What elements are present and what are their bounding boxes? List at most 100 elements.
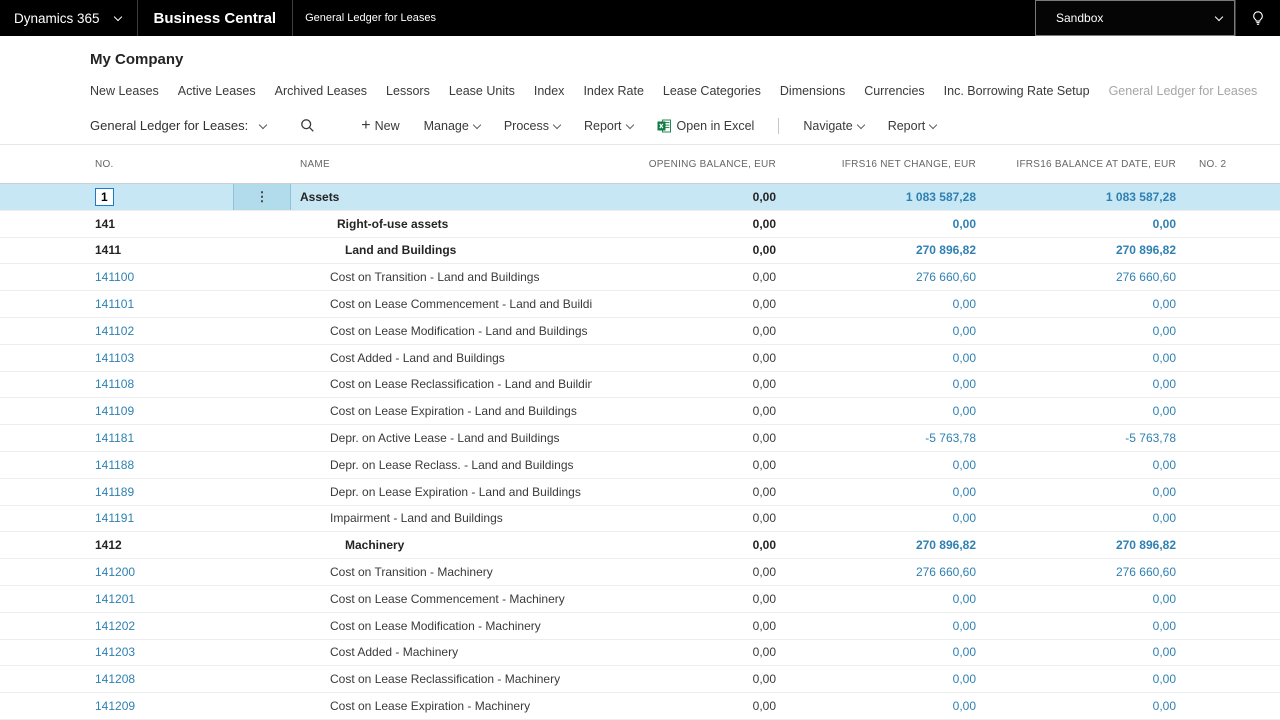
table-row-141189[interactable]: 141189Depr. on Lease Expiration - Land a… (0, 479, 1280, 506)
account-no-link[interactable]: 141200 (95, 565, 135, 579)
amount-balance[interactable]: 0,00 (992, 592, 1192, 606)
table-row-141108[interactable]: 141108Cost on Lease Reclassification - L… (0, 372, 1280, 399)
table-row-141203[interactable]: 141203Cost Added - Machinery0,000,000,00 (0, 640, 1280, 667)
amount-balance[interactable]: 0,00 (992, 672, 1192, 686)
action-new[interactable]: +New (361, 118, 399, 134)
amount-net_change[interactable]: 270 896,82 (792, 243, 992, 257)
amount-balance[interactable]: -5 763,78 (992, 431, 1192, 445)
amount-net_change[interactable]: 276 660,60 (792, 565, 992, 579)
nav-item-active-leases[interactable]: Active Leases (178, 84, 256, 98)
environment-selector[interactable]: Sandbox (1035, 0, 1235, 36)
amount-net_change[interactable]: 0,00 (792, 645, 992, 659)
account-no-link[interactable]: 141201 (95, 592, 135, 606)
amount-balance[interactable]: 276 660,60 (992, 565, 1192, 579)
nav-item-index-rate[interactable]: Index Rate (583, 84, 643, 98)
column-header-no[interactable]: NO. (88, 159, 233, 170)
action-report[interactable]: Report (584, 119, 633, 133)
selected-cell-editor[interactable]: 1 (95, 188, 114, 206)
amount-balance[interactable]: 0,00 (992, 377, 1192, 391)
account-no-link[interactable]: 141109 (95, 404, 134, 418)
amount-net_change[interactable]: 1 083 587,28 (792, 190, 992, 204)
table-row-141109[interactable]: 141109Cost on Lease Expiration - Land an… (0, 398, 1280, 425)
account-no-link[interactable]: 141 (95, 217, 115, 231)
row-options-icon[interactable]: ⋮ (234, 184, 290, 210)
amount-balance[interactable]: 0,00 (992, 404, 1192, 418)
amount-balance[interactable]: 0,00 (992, 485, 1192, 499)
account-no-link[interactable]: 141203 (95, 645, 135, 659)
amount-net_change[interactable]: 0,00 (792, 324, 992, 338)
action-manage[interactable]: Manage (424, 119, 480, 133)
table-row-141201[interactable]: 141201Cost on Lease Commencement - Machi… (0, 586, 1280, 613)
table-row-141188[interactable]: 141188Depr. on Lease Reclass. - Land and… (0, 452, 1280, 479)
amount-net_change[interactable]: 0,00 (792, 592, 992, 606)
amount-net_change[interactable]: 0,00 (792, 377, 992, 391)
table-row-141103[interactable]: 141103Cost Added - Land and Buildings0,0… (0, 345, 1280, 372)
app-name-link[interactable]: Business Central (138, 0, 293, 36)
table-row-141181[interactable]: 141181Depr. on Active Lease - Land and B… (0, 425, 1280, 452)
column-header-no2[interactable]: NO. 2 (1192, 159, 1280, 170)
amount-balance[interactable]: 0,00 (992, 699, 1192, 713)
account-no-link[interactable]: 141208 (95, 672, 135, 686)
amount-balance[interactable]: 0,00 (992, 619, 1192, 633)
nav-item-lease-categories[interactable]: Lease Categories (663, 84, 761, 98)
table-row-141200[interactable]: 141200Cost on Transition - Machinery0,00… (0, 559, 1280, 586)
amount-balance[interactable]: 0,00 (992, 351, 1192, 365)
nav-item-currencies[interactable]: Currencies (864, 84, 924, 98)
table-row-141208[interactable]: 141208Cost on Lease Reclassification - M… (0, 666, 1280, 693)
amount-balance[interactable]: 1 083 587,28 (992, 190, 1192, 204)
action-open-in-excel[interactable]: Open in Excel (657, 119, 755, 133)
nav-item-index[interactable]: Index (534, 84, 565, 98)
column-header-net_change[interactable]: IFRS16 NET CHANGE, EUR (792, 159, 992, 170)
nav-item-archived-leases[interactable]: Archived Leases (275, 84, 367, 98)
table-row-141102[interactable]: 141102Cost on Lease Modification - Land … (0, 318, 1280, 345)
nav-item-inc-borrowing-rate-setup[interactable]: Inc. Borrowing Rate Setup (944, 84, 1090, 98)
amount-net_change[interactable]: 276 660,60 (792, 270, 992, 284)
account-no-link[interactable]: 141101 (95, 297, 134, 311)
search-icon[interactable] (300, 118, 315, 133)
amount-balance[interactable]: 0,00 (992, 645, 1192, 659)
amount-balance[interactable]: 0,00 (992, 297, 1192, 311)
amount-balance[interactable]: 0,00 (992, 511, 1192, 525)
account-no-link[interactable]: 141202 (95, 619, 135, 633)
account-no-link[interactable]: 141181 (95, 431, 134, 445)
amount-balance[interactable]: 0,00 (992, 217, 1192, 231)
amount-net_change[interactable]: 0,00 (792, 699, 992, 713)
amount-balance[interactable]: 0,00 (992, 324, 1192, 338)
ideas-lightbulb-icon[interactable] (1236, 0, 1280, 36)
nav-item-new-leases[interactable]: New Leases (90, 84, 159, 98)
column-header-balance[interactable]: IFRS16 BALANCE AT DATE, EUR (992, 159, 1192, 170)
amount-net_change[interactable]: -5 763,78 (792, 431, 992, 445)
account-no-link[interactable]: 141103 (95, 351, 134, 365)
page-caption-dropdown[interactable]: General Ledger for Leases: (90, 118, 266, 133)
table-row-141[interactable]: 141Right-of-use assets0,000,000,00 (0, 211, 1280, 238)
action-process[interactable]: Process (504, 119, 560, 133)
account-no-link[interactable]: 1411 (95, 243, 121, 257)
dynamics-365-menu[interactable]: Dynamics 365 (0, 0, 137, 36)
action-report-2[interactable]: Report (888, 119, 937, 133)
action-navigate[interactable]: Navigate (803, 119, 863, 133)
table-row-141101[interactable]: 141101Cost on Lease Commencement - Land … (0, 291, 1280, 318)
table-row-1411[interactable]: 1411Land and Buildings0,00270 896,82270 … (0, 238, 1280, 265)
table-row-1412[interactable]: 1412Machinery0,00270 896,82270 896,82 (0, 532, 1280, 559)
table-row-141191[interactable]: 141191Impairment - Land and Buildings0,0… (0, 506, 1280, 533)
table-row-1[interactable]: 1⋮Assets0,001 083 587,281 083 587,28 (0, 184, 1280, 211)
row-options-cell[interactable]: ⋮ (233, 184, 291, 210)
account-no-link[interactable]: 141189 (95, 485, 134, 499)
amount-net_change[interactable]: 0,00 (792, 672, 992, 686)
amount-net_change[interactable]: 0,00 (792, 511, 992, 525)
table-row-141100[interactable]: 141100Cost on Transition - Land and Buil… (0, 264, 1280, 291)
nav-item-lease-units[interactable]: Lease Units (449, 84, 515, 98)
amount-net_change[interactable]: 270 896,82 (792, 538, 992, 552)
account-no-link[interactable]: 141102 (95, 324, 134, 338)
amount-net_change[interactable]: 0,00 (792, 619, 992, 633)
amount-balance[interactable]: 270 896,82 (992, 243, 1192, 257)
amount-net_change[interactable]: 0,00 (792, 458, 992, 472)
amount-net_change[interactable]: 0,00 (792, 485, 992, 499)
account-no-link[interactable]: 141209 (95, 699, 135, 713)
table-row-141209[interactable]: 141209Cost on Lease Expiration - Machine… (0, 693, 1280, 720)
account-no-link[interactable]: 141100 (95, 270, 134, 284)
nav-item-dimensions[interactable]: Dimensions (780, 84, 845, 98)
account-no-link[interactable]: 141188 (95, 458, 134, 472)
account-no-link[interactable]: 1412 (95, 538, 122, 552)
amount-net_change[interactable]: 0,00 (792, 404, 992, 418)
